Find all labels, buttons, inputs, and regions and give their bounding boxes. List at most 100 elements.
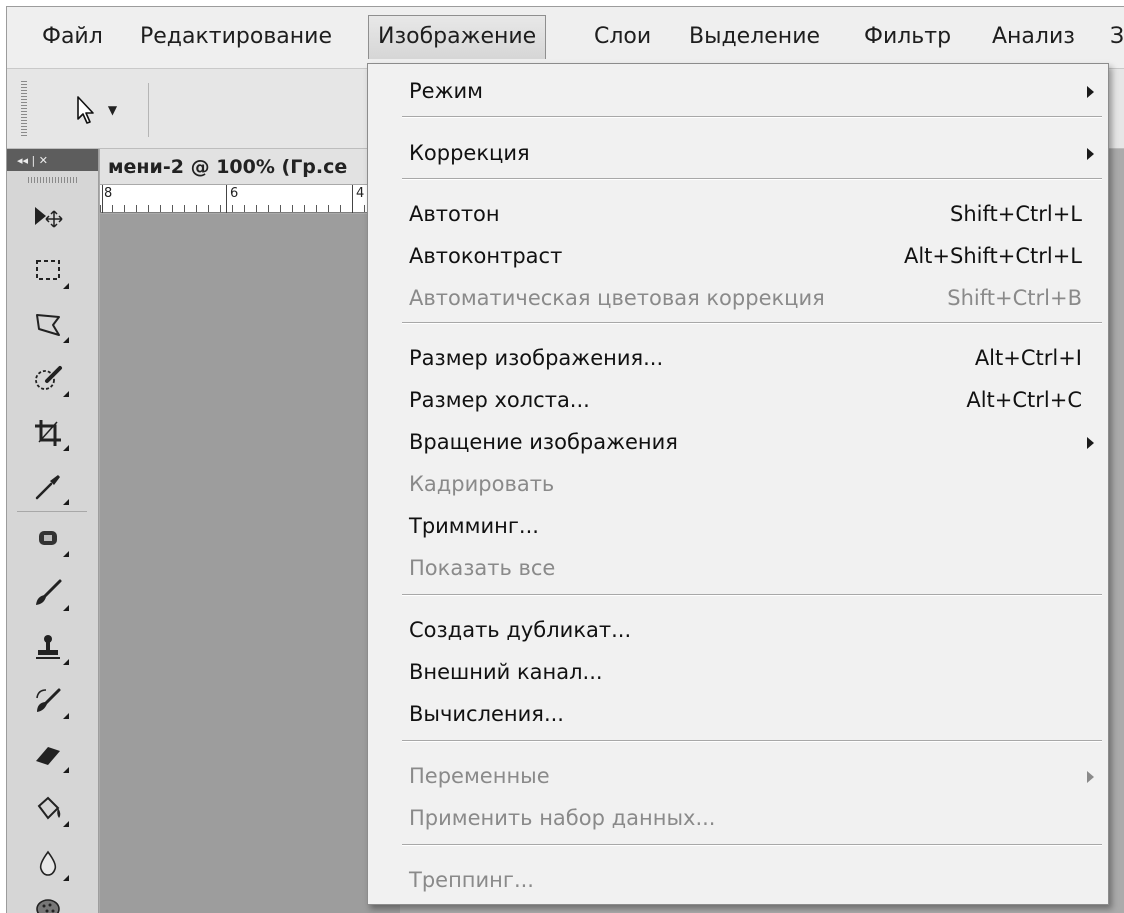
menu-item-label: Автоматическая цветовая коррекция	[409, 286, 825, 310]
toolbox-panel: ◂◂ | ✕	[7, 149, 99, 913]
tool-flyout-indicator	[63, 767, 69, 773]
options-bar-grip[interactable]	[21, 81, 27, 137]
healing-glyph	[39, 531, 57, 545]
menu-item-label: Вращение изображения	[409, 430, 678, 454]
toolbox-divider	[17, 511, 87, 512]
menu-analysis[interactable]: Анализ	[983, 15, 1084, 59]
menu-item-image-size[interactable]: Размер изображения... Alt+Ctrl+I	[368, 341, 1108, 375]
lasso-glyph	[36, 314, 60, 336]
paint-bucket-icon[interactable]	[25, 789, 71, 829]
ruler-major-tick	[102, 185, 103, 213]
tool-preset-picker[interactable]: ▼	[45, 83, 149, 137]
tool-flyout-indicator	[63, 713, 69, 719]
history-brush-icon[interactable]	[25, 681, 71, 721]
menu-item-shortcut: Shift+Ctrl+L	[950, 202, 1082, 226]
ruler-label: 4	[356, 186, 365, 201]
rect-marquee-icon[interactable]	[25, 251, 71, 291]
menu-item-label: Автоконтраст	[409, 244, 563, 268]
submenu-arrow-icon	[1087, 771, 1094, 783]
crop-glyph	[35, 420, 61, 446]
toolbox-header[interactable]: ◂◂ | ✕	[7, 149, 98, 171]
menu-item-label: Показать все	[409, 556, 556, 580]
menu-layers[interactable]: Слои	[585, 15, 660, 59]
menu-select[interactable]: Выделение	[680, 15, 829, 59]
menu-item-image-rotation[interactable]: Вращение изображения	[368, 425, 1108, 459]
menu-item-auto-tone[interactable]: Автотон Shift+Ctrl+L	[368, 197, 1108, 231]
menu-item-duplicate[interactable]: Создать дубликат...	[368, 613, 1108, 647]
brush-icon[interactable]	[25, 573, 71, 613]
menu-item-adjustments[interactable]: Коррекция	[368, 136, 1108, 170]
menu-item-auto-contrast[interactable]: Автоконтраст Alt+Shift+Ctrl+L	[368, 239, 1108, 273]
menu-item-label: Размер холста...	[409, 388, 590, 412]
submenu-arrow-icon	[1087, 86, 1094, 98]
menu-filter[interactable]: Фильтр	[855, 15, 960, 59]
menu-item-label: Тримминг...	[409, 514, 539, 538]
document-tab[interactable]: мени-2 @ 100% (Гр.се	[100, 149, 400, 185]
menu-item-reveal-all: Показать все	[368, 551, 1108, 585]
tool-flyout-indicator	[63, 337, 69, 343]
tool-flyout-indicator	[63, 875, 69, 881]
ruler-major-tick	[352, 185, 353, 213]
menu-item-shortcut: Shift+Ctrl+B	[947, 286, 1082, 310]
menu-item-label: Коррекция	[409, 141, 530, 165]
sponge-icon[interactable]	[25, 889, 71, 913]
crop-icon[interactable]	[25, 413, 71, 453]
blur-glyph	[39, 850, 57, 876]
canvas-area[interactable]	[100, 214, 400, 913]
blur-icon[interactable]	[25, 843, 71, 883]
tool-preset-dropdown-icon: ▼	[107, 103, 118, 117]
menu-item-apply-data-set: Применить набор данных...	[368, 801, 1108, 835]
quick-select-glyph	[35, 366, 62, 390]
menu-item-label: Кадрировать	[409, 472, 555, 496]
menu-item-trap: Треппинг...	[368, 863, 1108, 897]
eyedropper-glyph	[35, 475, 60, 500]
menu-separator	[402, 844, 1102, 846]
eraser-icon[interactable]	[25, 735, 71, 775]
menu-file[interactable]: Файл	[33, 15, 112, 59]
menu-separator	[402, 740, 1102, 742]
tool-flyout-indicator	[63, 499, 69, 505]
tool-flyout-indicator	[63, 445, 69, 451]
quick-select-icon[interactable]	[25, 359, 71, 399]
menu-3d[interactable]: З	[1101, 15, 1124, 59]
submenu-arrow-icon	[1087, 148, 1094, 160]
horizontal-ruler: 8 6 4	[100, 185, 400, 213]
menu-separator	[402, 322, 1102, 324]
tool-flyout-indicator	[63, 659, 69, 665]
eyedropper-icon[interactable]	[25, 467, 71, 507]
menu-item-label: Переменные	[409, 764, 550, 788]
image-menu-dropdown: Режим Коррекция Автотон Shift+Ctrl+L Авт…	[367, 63, 1109, 905]
menu-edit[interactable]: Редактирование	[131, 15, 341, 59]
ruler-major-tick	[226, 185, 227, 213]
tool-flyout-indicator	[63, 283, 69, 289]
menu-item-apply-image[interactable]: Внешний канал...	[368, 655, 1108, 689]
menu-item-variables: Переменные	[368, 759, 1108, 793]
menu-item-shortcut: Alt+Shift+Ctrl+L	[903, 244, 1082, 268]
menu-item-label: Размер изображения...	[409, 346, 664, 370]
tool-flyout-indicator	[63, 821, 69, 827]
collapse-close-icon[interactable]: ◂◂ | ✕	[17, 154, 48, 167]
move-tool-icon[interactable]	[25, 197, 71, 237]
menu-item-label: Применить набор данных...	[409, 806, 716, 830]
menu-item-label: Треппинг...	[409, 868, 534, 892]
tool-flyout-indicator	[63, 551, 69, 557]
history-brush-glyph	[36, 688, 61, 712]
stamp-icon[interactable]	[25, 627, 71, 667]
lasso-icon[interactable]	[25, 305, 71, 345]
healing-brush-icon[interactable]	[25, 519, 71, 559]
toolbox-grip[interactable]	[27, 177, 78, 183]
menu-item-label: Вычисления...	[409, 702, 564, 726]
menu-item-canvas-size[interactable]: Размер холста... Alt+Ctrl+C	[368, 383, 1108, 417]
menu-item-label: Режим	[409, 79, 483, 103]
menu-item-auto-color: Автоматическая цветовая коррекция Shift+…	[368, 281, 1108, 315]
menu-item-shortcut: Alt+Ctrl+C	[966, 388, 1082, 412]
menu-item-mode[interactable]: Режим	[368, 74, 1108, 108]
menu-image[interactable]: Изображение	[368, 15, 547, 59]
tool-flyout-indicator	[63, 391, 69, 397]
menu-item-calculations[interactable]: Вычисления...	[368, 697, 1108, 731]
brush-glyph	[36, 579, 62, 605]
ruler-label: 6	[230, 186, 239, 201]
sponge-glyph	[36, 899, 60, 913]
tool-flyout-indicator	[63, 605, 69, 611]
menu-item-trim[interactable]: Тримминг...	[368, 509, 1108, 543]
